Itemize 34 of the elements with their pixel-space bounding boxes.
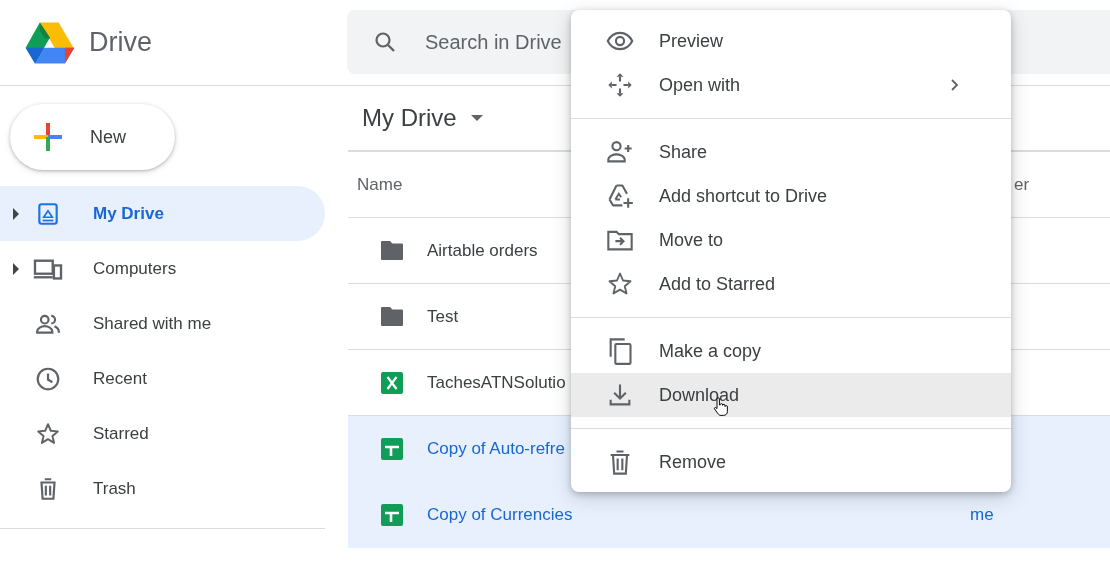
menu-item[interactable]: Add shortcut to Drive — [571, 174, 1011, 218]
menu-item[interactable]: Share — [571, 130, 1011, 174]
menu-item[interactable]: Download — [571, 373, 1011, 417]
spreadsheet-icon — [380, 436, 404, 461]
sidebar-item[interactable]: My Drive — [0, 186, 325, 241]
spreadsheet-icon — [380, 370, 404, 395]
file-name: Copy of Currencies — [427, 504, 573, 525]
file-name: Copy of Auto-refre — [427, 438, 565, 459]
file-name: TachesATNSolutio — [427, 372, 566, 393]
caret-icon — [470, 115, 483, 121]
menu-item[interactable]: Make a copy — [571, 329, 1011, 373]
star-icon — [606, 270, 634, 298]
spreadsheet-icon — [380, 502, 404, 527]
new-button[interactable]: New — [10, 104, 175, 170]
drive-plus-icon — [606, 182, 634, 210]
owner-name: me — [970, 504, 994, 524]
search-field[interactable]: Search in Drive — [425, 30, 567, 54]
menu-item[interactable]: Move to — [571, 218, 1011, 262]
sidebar-item[interactable]: Recent — [0, 351, 325, 406]
file-name: Airtable orders — [427, 240, 538, 261]
menu-item[interactable]: Remove — [571, 440, 1011, 484]
sidebar-item[interactable]: Trash — [0, 461, 325, 516]
file-name: Test — [427, 306, 459, 327]
menu-item[interactable]: Add to Starred — [571, 262, 1011, 306]
move-arrows-icon — [606, 71, 634, 99]
sidebar-item[interactable]: Starred — [0, 406, 325, 461]
file-row[interactable]: Copy of Currencies me — [348, 482, 1110, 548]
menu-item[interactable]: Open with — [571, 63, 1011, 107]
drive-logo-icon — [25, 20, 75, 65]
sidebar-item[interactable]: Computers — [0, 241, 325, 296]
menu-item[interactable]: Preview — [571, 19, 1011, 63]
search-icon — [373, 30, 397, 54]
sidebar-item[interactable]: Shared with me — [0, 296, 325, 351]
app-name: Drive — [89, 27, 152, 58]
